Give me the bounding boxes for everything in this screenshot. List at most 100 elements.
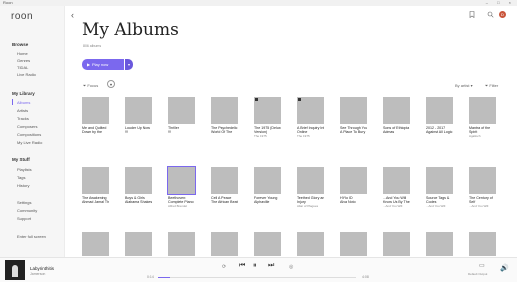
- avatar[interactable]: D: [499, 11, 506, 18]
- album-cover[interactable]: [340, 232, 367, 256]
- now-playing-title[interactable]: Labyrinthitis: [30, 266, 54, 271]
- pause-icon[interactable]: ⏸: [253, 262, 257, 270]
- album-card[interactable]: Cell A Peace The African Beats: [211, 167, 238, 204]
- album-artist[interactable]: !!!: [168, 130, 195, 134]
- album-card[interactable]: [426, 232, 453, 256]
- album-cover[interactable]: [125, 232, 152, 256]
- album-card[interactable]: Source Tags & Codes ...And You Will: [426, 167, 453, 208]
- progress-bar[interactable]: [158, 277, 356, 278]
- album-artist[interactable]: Against All Logic: [426, 130, 453, 134]
- sidebar-item-settings[interactable]: Settings: [17, 200, 31, 205]
- album-artist[interactable]: Alabama Shakes: [125, 200, 152, 204]
- sidebar-item-live-radio[interactable]: Live Radio: [17, 72, 36, 77]
- sidebar-item-artists[interactable]: Artists: [17, 108, 28, 113]
- play-options-button[interactable]: ▾: [125, 59, 133, 70]
- radio-icon[interactable]: ◎: [289, 264, 293, 270]
- album-card[interactable]: [125, 232, 152, 256]
- album-cover[interactable]: [254, 97, 281, 124]
- album-cover[interactable]: [469, 232, 496, 256]
- sidebar-item-tracks[interactable]: Tracks: [17, 116, 29, 121]
- album-artist[interactable]: Admas: [383, 130, 410, 134]
- album-card[interactable]: See Through You A Place To Bury: [340, 97, 367, 134]
- album-artist[interactable]: A Place To Bury: [340, 130, 367, 134]
- album-card[interactable]: Me and Quilted Down by the: [82, 97, 109, 134]
- album-card[interactable]: Sons of Ethiopia Admas: [383, 97, 410, 134]
- album-cover[interactable]: [297, 232, 324, 256]
- album-cover[interactable]: [168, 232, 195, 256]
- sidebar-item-composers[interactable]: Composers: [17, 124, 37, 129]
- album-card[interactable]: 2012 - 2017 Against All Logic: [426, 97, 453, 134]
- album-card[interactable]: [168, 232, 195, 256]
- album-cover[interactable]: [82, 232, 109, 256]
- album-cover[interactable]: [426, 97, 453, 124]
- album-artist[interactable]: !!!: [125, 130, 152, 134]
- album-artist[interactable]: Down by the: [82, 130, 109, 134]
- sidebar-item-support[interactable]: Support: [17, 216, 31, 221]
- album-cover[interactable]: [167, 166, 196, 195]
- album-cover[interactable]: [125, 167, 152, 194]
- album-card[interactable]: [82, 232, 109, 256]
- album-cover[interactable]: [168, 97, 195, 124]
- album-cover[interactable]: [125, 97, 152, 124]
- sort-dropdown[interactable]: By artist ▾: [455, 83, 473, 88]
- album-card[interactable]: ...And You Will Know Us By The ...And You …: [383, 167, 410, 208]
- album-card[interactable]: Boys & Girls Alabama Shakes: [125, 167, 152, 204]
- sidebar-item-genres[interactable]: Genres: [17, 58, 30, 63]
- album-card[interactable]: The Awakening Ahmad Jamal The: [82, 167, 109, 204]
- album-cover[interactable]: [211, 97, 238, 124]
- album-cover[interactable]: [383, 97, 410, 124]
- heart-icon[interactable]: ♥: [107, 80, 115, 88]
- filter-button[interactable]: ⏷ Filter: [485, 83, 498, 88]
- sidebar-item-community[interactable]: Community: [17, 208, 37, 213]
- album-cover[interactable]: [211, 232, 238, 256]
- album-card[interactable]: The Psychedelic World Of The: [211, 97, 238, 134]
- album-card[interactable]: The Century of Self ...And You Will: [469, 167, 496, 208]
- back-button[interactable]: ‹: [71, 10, 74, 20]
- shuffle-icon[interactable]: ⟳: [222, 264, 226, 270]
- previous-icon[interactable]: ⏮: [239, 262, 245, 270]
- album-cover[interactable]: [254, 167, 281, 194]
- album-title[interactable]: Louder Up Now: [125, 126, 152, 130]
- album-artist[interactable]: The African Beats: [211, 200, 238, 204]
- album-card[interactable]: [383, 232, 410, 256]
- album-cover[interactable]: [426, 167, 453, 194]
- sidebar-item-home[interactable]: Home: [17, 51, 28, 56]
- album-card[interactable]: Teethed Glory and Injury Altar of Plagues: [297, 167, 324, 208]
- album-card[interactable]: [469, 232, 496, 256]
- bookmark-icon[interactable]: [469, 11, 475, 20]
- album-cover[interactable]: [82, 167, 109, 194]
- album-cover[interactable]: [469, 97, 496, 124]
- album-card[interactable]: Beethoven: Complete Piano Alfred Brendel: [167, 166, 196, 208]
- album-card[interactable]: HYIo ID Alva Noto: [340, 167, 367, 204]
- album-card[interactable]: [254, 232, 281, 256]
- album-card[interactable]: Mantra of the Spirit Agalloch: [469, 97, 496, 138]
- album-cover[interactable]: [383, 167, 410, 194]
- speaker-zone-icon[interactable]: ▭: [479, 262, 485, 269]
- album-cover[interactable]: [254, 232, 281, 256]
- volume-icon[interactable]: 🔊: [500, 264, 509, 272]
- album-card[interactable]: The 1975 (Deluxe Version) The 1975: [254, 97, 281, 138]
- album-artist[interactable]: World Of The: [211, 130, 238, 134]
- album-card[interactable]: A Brief Inquiry Into Online The 1975: [297, 97, 324, 138]
- album-cover[interactable]: [340, 167, 367, 194]
- album-card[interactable]: Louder Up Now!!!: [125, 97, 152, 134]
- full-screen-button[interactable]: Enter full screen: [17, 234, 46, 239]
- sidebar-item-tidal[interactable]: TIDAL: [17, 65, 28, 70]
- sidebar-item-albums[interactable]: Albums: [17, 100, 30, 105]
- album-card[interactable]: [211, 232, 238, 256]
- focus-button[interactable]: ⏷ Focus: [83, 83, 98, 88]
- album-card[interactable]: Thriller!!!: [168, 97, 195, 134]
- next-icon[interactable]: ⏭: [268, 262, 274, 270]
- zone-label[interactable]: Default Output: [468, 272, 487, 276]
- album-cover[interactable]: [469, 167, 496, 194]
- sidebar-item-history[interactable]: History: [17, 183, 29, 188]
- album-cover[interactable]: [82, 97, 109, 124]
- album-artist[interactable]: Alphaville: [254, 200, 281, 204]
- album-artist[interactable]: Ahmad Jamal The: [82, 200, 109, 204]
- now-playing-artist[interactable]: Jamerson: [30, 272, 45, 276]
- now-playing-cover[interactable]: [5, 260, 25, 280]
- album-cover[interactable]: [211, 167, 238, 194]
- album-cover[interactable]: [297, 167, 324, 194]
- album-card[interactable]: [297, 232, 324, 256]
- album-cover[interactable]: [426, 232, 453, 256]
